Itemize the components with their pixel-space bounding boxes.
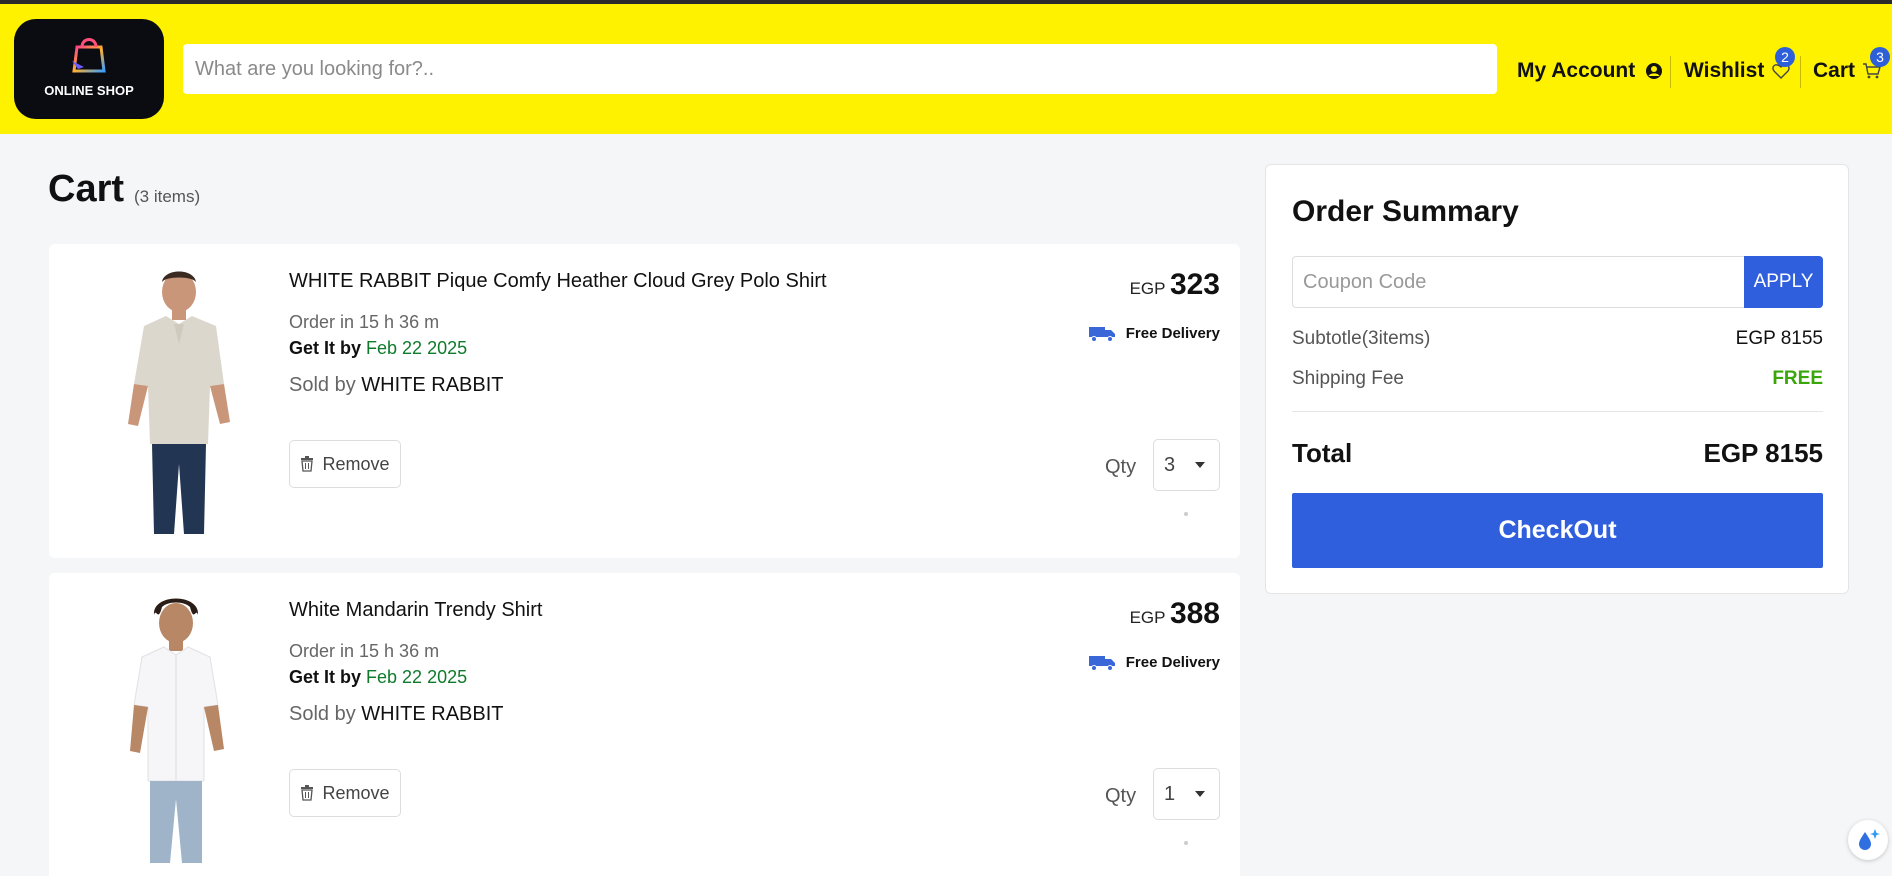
- product-name[interactable]: WHITE RABBIT Pique Comfy Heather Cloud G…: [289, 270, 827, 293]
- price-amount: 323: [1169, 268, 1220, 301]
- cart-count-badge: 3: [1870, 47, 1890, 67]
- sold-by-label: Sold by: [289, 703, 356, 725]
- sold-by: Sold by WHITE RABBIT: [289, 703, 504, 726]
- subtotal-row: Subtotle(3items) EGP 8155: [1292, 328, 1823, 350]
- delivery-date: Feb 22 2025: [366, 338, 468, 358]
- order-countdown: Order in 15 h 36 m: [289, 312, 440, 332]
- product-name[interactable]: White Mandarin Trendy Shirt: [289, 599, 542, 622]
- wishlist-link[interactable]: Wishlist: [1684, 59, 1791, 83]
- delivery-estimate: Get It by Feb 22 2025: [289, 338, 467, 359]
- qty-label: Qty: [1105, 456, 1137, 478]
- seller-name: WHITE RABBIT: [361, 374, 504, 396]
- qty-label: Qty: [1105, 785, 1137, 807]
- qty-select[interactable]: 1: [1153, 768, 1220, 820]
- price-amount: 388: [1169, 597, 1220, 630]
- sparkle-drop-icon: [1859, 829, 1880, 850]
- wishlist-count-badge: 2: [1775, 47, 1795, 67]
- delivery-estimate: Get It by Feb 22 2025: [289, 667, 467, 688]
- white-shirt-model-image[interactable]: [104, 593, 254, 863]
- cart-label: Cart: [1813, 59, 1856, 82]
- trash-icon: [301, 785, 314, 801]
- cart-item: White Mandarin Trendy Shirt Order in 15 …: [49, 573, 1240, 876]
- nav-divider: [1800, 56, 1801, 88]
- delivery-label: Free Delivery: [1125, 324, 1220, 342]
- currency-label: EGP: [1129, 279, 1166, 298]
- get-it-by-label: Get It by: [289, 667, 362, 687]
- my-account-label: My Account: [1517, 59, 1636, 82]
- get-it-by-label: Get It by: [289, 338, 362, 358]
- cart-item-count: (3 items): [134, 187, 201, 206]
- shop-logo[interactable]: ONLINE SHOP: [14, 19, 164, 119]
- remove-label: Remove: [322, 453, 390, 474]
- checkout-button[interactable]: CheckOut: [1292, 493, 1823, 568]
- total-label: Total: [1292, 438, 1353, 468]
- order-summary-panel: Order Summary APPLY Subtotle(3items) EGP…: [1265, 164, 1849, 594]
- my-account-link[interactable]: My Account: [1517, 59, 1663, 83]
- polo-shirt-model-image[interactable]: [104, 264, 254, 534]
- qty-select[interactable]: 3: [1153, 439, 1220, 491]
- floating-helper-button[interactable]: [1848, 820, 1888, 860]
- currency-label: EGP: [1129, 608, 1166, 627]
- loading-dot: [1184, 512, 1188, 516]
- item-price: EGP 388: [1130, 597, 1220, 631]
- free-delivery-tag: Free Delivery: [1088, 653, 1220, 671]
- order-summary-title: Order Summary: [1292, 195, 1519, 228]
- shipping-label: Shipping Fee: [1292, 368, 1404, 389]
- search-input[interactable]: [183, 44, 1497, 94]
- user-circle-icon: [1646, 63, 1663, 79]
- remove-button[interactable]: Remove: [289, 440, 401, 488]
- shopping-bag-icon: [72, 38, 106, 73]
- cart-item: WHITE RABBIT Pique Comfy Heather Cloud G…: [49, 244, 1240, 558]
- shipping-row: Shipping Fee FREE: [1292, 368, 1823, 390]
- trash-icon: [301, 456, 314, 472]
- nav-divider: [1670, 56, 1671, 88]
- seller-name: WHITE RABBIT: [361, 703, 504, 725]
- sold-by: Sold by WHITE RABBIT: [289, 374, 504, 397]
- item-price: EGP 323: [1130, 268, 1220, 302]
- page-title: Cart: [48, 168, 125, 210]
- loading-dot: [1184, 841, 1188, 845]
- subtotal-label: Subtotle(3items): [1292, 328, 1431, 349]
- remove-label: Remove: [322, 782, 390, 803]
- delivery-truck-icon: [1088, 327, 1115, 342]
- logo-text: ONLINE SHOP: [44, 83, 134, 98]
- site-header: ONLINE SHOP My Account Wishlist 2 Cart 3: [0, 4, 1892, 134]
- apply-coupon-button[interactable]: APPLY: [1744, 256, 1823, 308]
- qty-value: 1: [1164, 783, 1176, 805]
- total-row: Total EGP 8155: [1292, 438, 1823, 469]
- remove-button[interactable]: Remove: [289, 769, 401, 817]
- qty-value: 3: [1164, 454, 1176, 476]
- delivery-label: Free Delivery: [1125, 653, 1220, 671]
- free-delivery-tag: Free Delivery: [1088, 324, 1220, 342]
- wishlist-label: Wishlist: [1684, 59, 1765, 82]
- chevron-down-icon: [1195, 462, 1205, 468]
- delivery-date: Feb 22 2025: [366, 667, 468, 687]
- total-value: EGP 8155: [1703, 438, 1823, 468]
- order-countdown: Order in 15 h 36 m: [289, 641, 440, 661]
- chevron-down-icon: [1195, 791, 1205, 797]
- summary-divider: [1292, 411, 1823, 412]
- coupon-input[interactable]: [1292, 256, 1744, 308]
- sold-by-label: Sold by: [289, 374, 356, 396]
- shipping-value: FREE: [1772, 368, 1823, 389]
- delivery-truck-icon: [1088, 656, 1115, 671]
- subtotal-value: EGP 8155: [1735, 328, 1823, 349]
